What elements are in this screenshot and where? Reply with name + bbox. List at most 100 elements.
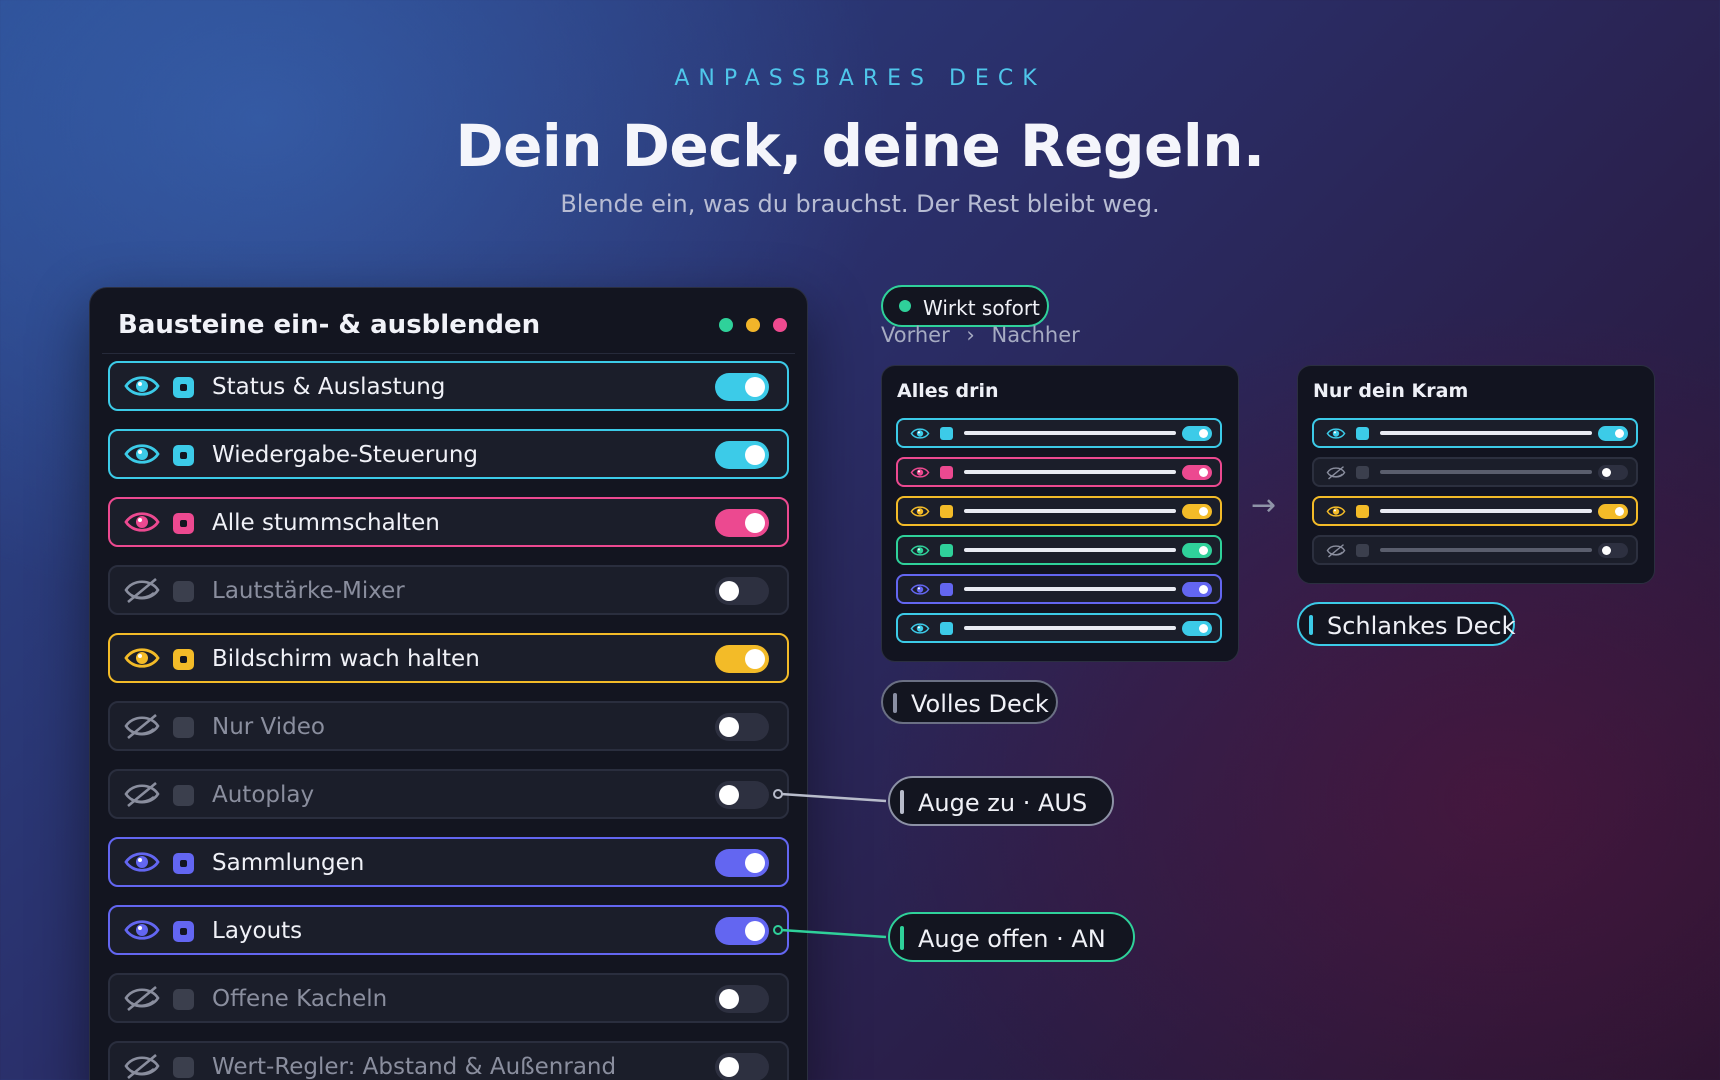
eye-closed-icon[interactable] — [124, 984, 160, 1012]
module-row[interactable]: Lautstärke-Mixer — [108, 565, 789, 615]
module-row[interactable]: Autoplay — [108, 769, 789, 819]
visibility-toggle[interactable] — [715, 373, 769, 401]
module-list: Status & Auslastung Wiedergabe-Steuerung A… — [108, 361, 789, 1080]
module-color-swatch — [173, 785, 194, 806]
toggle-knob — [745, 445, 765, 465]
visibility-toggle[interactable] — [715, 1053, 769, 1080]
module-label: Lautstärke-Mixer — [212, 578, 405, 604]
preview-row — [1312, 535, 1638, 565]
module-row[interactable]: Offene Kacheln — [108, 973, 789, 1023]
visibility-toggle[interactable] — [715, 917, 769, 945]
preview-toggle — [1182, 621, 1212, 636]
module-color-swatch — [173, 989, 194, 1010]
eye-open-icon — [910, 426, 930, 441]
eye-open-icon[interactable] — [124, 440, 160, 468]
eye-open-icon[interactable] — [124, 644, 160, 672]
window-dot-green — [719, 318, 733, 332]
visibility-toggle[interactable] — [715, 985, 769, 1013]
module-row[interactable]: Wiedergabe-Steuerung — [108, 429, 789, 479]
preview-toggle-knob — [1199, 429, 1208, 438]
visibility-toggle[interactable] — [715, 781, 769, 809]
preview-line — [1380, 431, 1592, 435]
module-row[interactable]: Layouts — [108, 905, 789, 955]
visibility-toggle[interactable] — [715, 849, 769, 877]
preview-toggle — [1598, 504, 1628, 519]
eye-open-icon — [1326, 504, 1346, 519]
before-label: Vorher — [881, 323, 950, 347]
eye-open-icon — [910, 582, 930, 597]
module-color-swatch — [173, 1057, 194, 1078]
preview-card-title: Alles drin — [897, 380, 999, 402]
preview-row — [896, 574, 1222, 604]
eye-closed-icon[interactable] — [124, 780, 160, 808]
eyebrow-label: ANPASSBARES DECK — [674, 66, 1046, 91]
eye-open-icon — [910, 621, 930, 636]
module-row[interactable]: Bildschirm wach halten — [108, 633, 789, 683]
subline: Blende ein, was du brauchst. Der Rest bl… — [560, 190, 1160, 218]
preview-line — [1380, 548, 1592, 552]
preview-line — [964, 470, 1176, 474]
preview-toggle — [1182, 465, 1212, 480]
preview-toggle-knob — [1199, 468, 1208, 477]
visibility-toggle[interactable] — [715, 509, 769, 537]
visibility-toggle[interactable] — [715, 441, 769, 469]
toggle-knob — [719, 989, 739, 1009]
after-label: Nachher — [991, 323, 1080, 347]
slim-deck-tag-label: Schlankes Deck — [1327, 612, 1516, 640]
eye-closed-icon[interactable] — [124, 1052, 160, 1080]
preview-swatch — [1356, 466, 1369, 479]
module-row[interactable]: Wert-Regler: Abstand & Außenrand — [108, 1041, 789, 1080]
preview-row — [896, 535, 1222, 565]
module-color-swatch — [173, 921, 194, 942]
preview-toggle — [1598, 426, 1628, 441]
preview-row — [1312, 496, 1638, 526]
preview-swatch — [1356, 427, 1369, 440]
module-label: Offene Kacheln — [212, 986, 388, 1012]
module-row[interactable]: Nur Video — [108, 701, 789, 751]
module-label: Status & Auslastung — [212, 374, 446, 400]
eye-closed-icon[interactable] — [124, 712, 160, 740]
module-color-swatch — [173, 445, 194, 466]
module-label: Wert-Regler: Abstand & Außenrand — [212, 1054, 617, 1080]
instant-badge: Wirkt sofort — [881, 285, 1049, 327]
preview-row — [896, 496, 1222, 526]
preview-toggle — [1182, 582, 1212, 597]
eye-closed-icon — [1326, 543, 1346, 558]
preview-swatch — [940, 466, 953, 479]
eye-open-icon — [910, 465, 930, 480]
module-row[interactable]: Alle stummschalten — [108, 497, 789, 547]
module-row[interactable]: Status & Auslastung — [108, 361, 789, 411]
preview-swatch — [940, 505, 953, 518]
eye-open-icon[interactable] — [124, 916, 160, 944]
callout-eye-open: Auge offen · AN — [888, 912, 1135, 962]
preview-toggle — [1598, 543, 1628, 558]
module-color-swatch — [173, 649, 194, 670]
preview-toggle — [1598, 465, 1628, 480]
eye-open-icon[interactable] — [124, 372, 160, 400]
preview-row — [896, 613, 1222, 643]
headline: Dein Deck, deine Regeln. — [455, 112, 1265, 180]
panel-divider — [102, 353, 795, 354]
toggle-knob — [719, 581, 739, 601]
visibility-toggle[interactable] — [715, 713, 769, 741]
module-row[interactable]: Sammlungen — [108, 837, 789, 887]
preview-line — [964, 509, 1176, 513]
toggle-knob — [719, 785, 739, 805]
eye-open-icon[interactable] — [124, 848, 160, 876]
module-label: Nur Video — [212, 714, 325, 740]
arrow-right-icon: → — [1251, 488, 1277, 523]
eye-open-icon — [910, 543, 930, 558]
module-color-swatch — [173, 853, 194, 874]
preview-card-title: Nur dein Kram — [1313, 380, 1469, 402]
module-label: Bildschirm wach halten — [212, 646, 480, 672]
preview-toggle-knob — [1602, 468, 1611, 477]
eye-closed-icon[interactable] — [124, 576, 160, 604]
visibility-toggle[interactable] — [715, 645, 769, 673]
full-deck-tag: Volles Deck — [881, 680, 1058, 724]
window-dot-yellow — [746, 318, 760, 332]
preview-toggle-knob — [1199, 546, 1208, 555]
eye-open-icon[interactable] — [124, 508, 160, 536]
preview-toggle-knob — [1199, 507, 1208, 516]
visibility-toggle[interactable] — [715, 577, 769, 605]
module-label: Wiedergabe-Steuerung — [212, 442, 479, 468]
